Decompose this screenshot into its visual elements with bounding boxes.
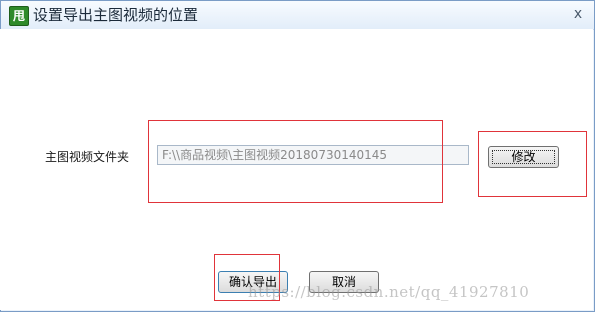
watermark-text: https://blog.csdn.net/qq_41927810 (248, 283, 530, 301)
dialog-body (0, 29, 593, 310)
folder-path-input[interactable]: F:\\商品视频\主图视频20180730140145 (157, 145, 469, 165)
modify-button[interactable]: 修改 (488, 146, 559, 168)
dialog-title: 设置导出主图视频的位置 (33, 6, 199, 24)
close-icon[interactable]: x (570, 5, 586, 23)
focus-rect (492, 150, 555, 164)
app-logo-icon: 甩 (9, 6, 29, 26)
title-bar[interactable]: 甩 设置导出主图视频的位置 x (1, 1, 594, 30)
folder-field-label: 主图视频文件夹 (45, 150, 130, 164)
